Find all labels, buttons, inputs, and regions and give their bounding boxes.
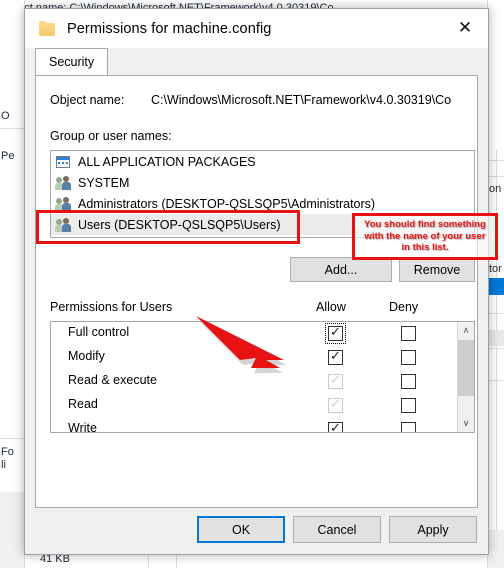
- annotation-note-text: You should find something with the name …: [364, 219, 486, 254]
- list-item-label: SYSTEM: [78, 175, 130, 190]
- list-item[interactable]: SYSTEM: [51, 172, 474, 193]
- scrollbar-thumb[interactable]: [458, 340, 474, 396]
- deny-checkbox[interactable]: [401, 398, 416, 413]
- permissions-for-label: Permissions for Users: [50, 300, 173, 314]
- object-name-value: C:\Windows\Microsoft.NET\Framework\v4.0.…: [151, 93, 452, 107]
- list-item[interactable]: ALL APPLICATION PACKAGES: [51, 151, 474, 172]
- background-right-fragment-1: tor: [489, 263, 502, 275]
- allow-checkbox[interactable]: ✓: [328, 421, 343, 432]
- deny-checkbox[interactable]: [401, 374, 416, 389]
- background-row-line: [488, 160, 504, 161]
- cancel-button[interactable]: Cancel: [293, 516, 381, 543]
- security-tab-page: Object name: C:\Windows\Microsoft.NET\Fr…: [35, 75, 478, 508]
- background-left-fragment-2: Fo: [1, 446, 14, 458]
- background-left-fragment-1: Pe: [1, 150, 15, 162]
- list-item-label: Administrators (DESKTOP-QSLSQP5\Administ…: [78, 196, 376, 211]
- background-divider: [0, 128, 24, 129]
- background-row-line: [488, 176, 504, 177]
- deny-checkbox[interactable]: [401, 422, 416, 432]
- deny-column-header: Deny: [389, 300, 419, 314]
- background-hover-row: [488, 330, 504, 346]
- scroll-down-icon[interactable]: ∨: [458, 415, 474, 432]
- app-packages-icon: [55, 154, 72, 170]
- tab-security[interactable]: Security: [35, 48, 109, 75]
- background-right-fragment-0: on: [489, 183, 502, 195]
- background-divider: [0, 438, 24, 439]
- ok-button[interactable]: OK: [197, 516, 285, 543]
- close-icon[interactable]: ✕: [442, 9, 488, 48]
- deny-checkbox[interactable]: [401, 350, 416, 365]
- permission-name: Full control: [68, 325, 130, 339]
- deny-checkbox[interactable]: [401, 326, 416, 341]
- annotation-highlight-user-row: [36, 210, 300, 244]
- object-name-row: Object name: C:\Windows\Microsoft.NET\Fr…: [50, 93, 473, 107]
- background-selected-row: [488, 278, 504, 295]
- apply-button[interactable]: Apply: [389, 516, 477, 543]
- group-or-user-names-label: Group or user names:: [50, 129, 172, 143]
- allow-checkbox: ✓: [328, 397, 343, 413]
- scroll-up-icon[interactable]: ∧: [458, 322, 474, 339]
- allow-column-header: Allow: [316, 300, 346, 314]
- background-row-line: [488, 380, 504, 381]
- background-status-bar: [488, 530, 504, 568]
- permission-name: Read: [68, 397, 98, 411]
- permission-name: Read & execute: [68, 373, 157, 387]
- dialog-button-bar: OK Cancel Apply: [25, 508, 488, 554]
- annotation-note: You should find something with the name …: [352, 213, 498, 260]
- background-row-line: [488, 348, 504, 349]
- tab-strip: Security: [25, 48, 488, 75]
- group-icon: [55, 175, 72, 191]
- dialog-title-bar: Permissions for machine.config ✕: [25, 9, 488, 48]
- permissions-scrollbar[interactable]: ∧ ∨: [457, 322, 474, 432]
- background-row-line: [488, 313, 504, 314]
- table-row[interactable]: Read ✓: [51, 394, 474, 418]
- permission-name: Modify: [68, 349, 105, 363]
- add-button[interactable]: Add...: [290, 257, 392, 282]
- object-name-label: Object name:: [50, 93, 125, 107]
- background-left-fragment-0: O: [1, 110, 10, 122]
- background-left-strip: [0, 0, 25, 568]
- background-left-fragment-3: li: [1, 459, 6, 471]
- list-item-label: ALL APPLICATION PACKAGES: [78, 154, 256, 169]
- dialog-title: Permissions for machine.config: [67, 20, 272, 37]
- background-bottom-panel: [0, 492, 24, 568]
- permission-name: Write: [68, 421, 97, 433]
- folder-icon: [39, 20, 55, 37]
- permissions-dialog: Permissions for machine.config ✕ Securit…: [24, 8, 489, 555]
- table-row[interactable]: Write ✓: [51, 418, 474, 433]
- annotation-arrow-icon: [196, 316, 287, 373]
- remove-button[interactable]: Remove: [399, 257, 475, 282]
